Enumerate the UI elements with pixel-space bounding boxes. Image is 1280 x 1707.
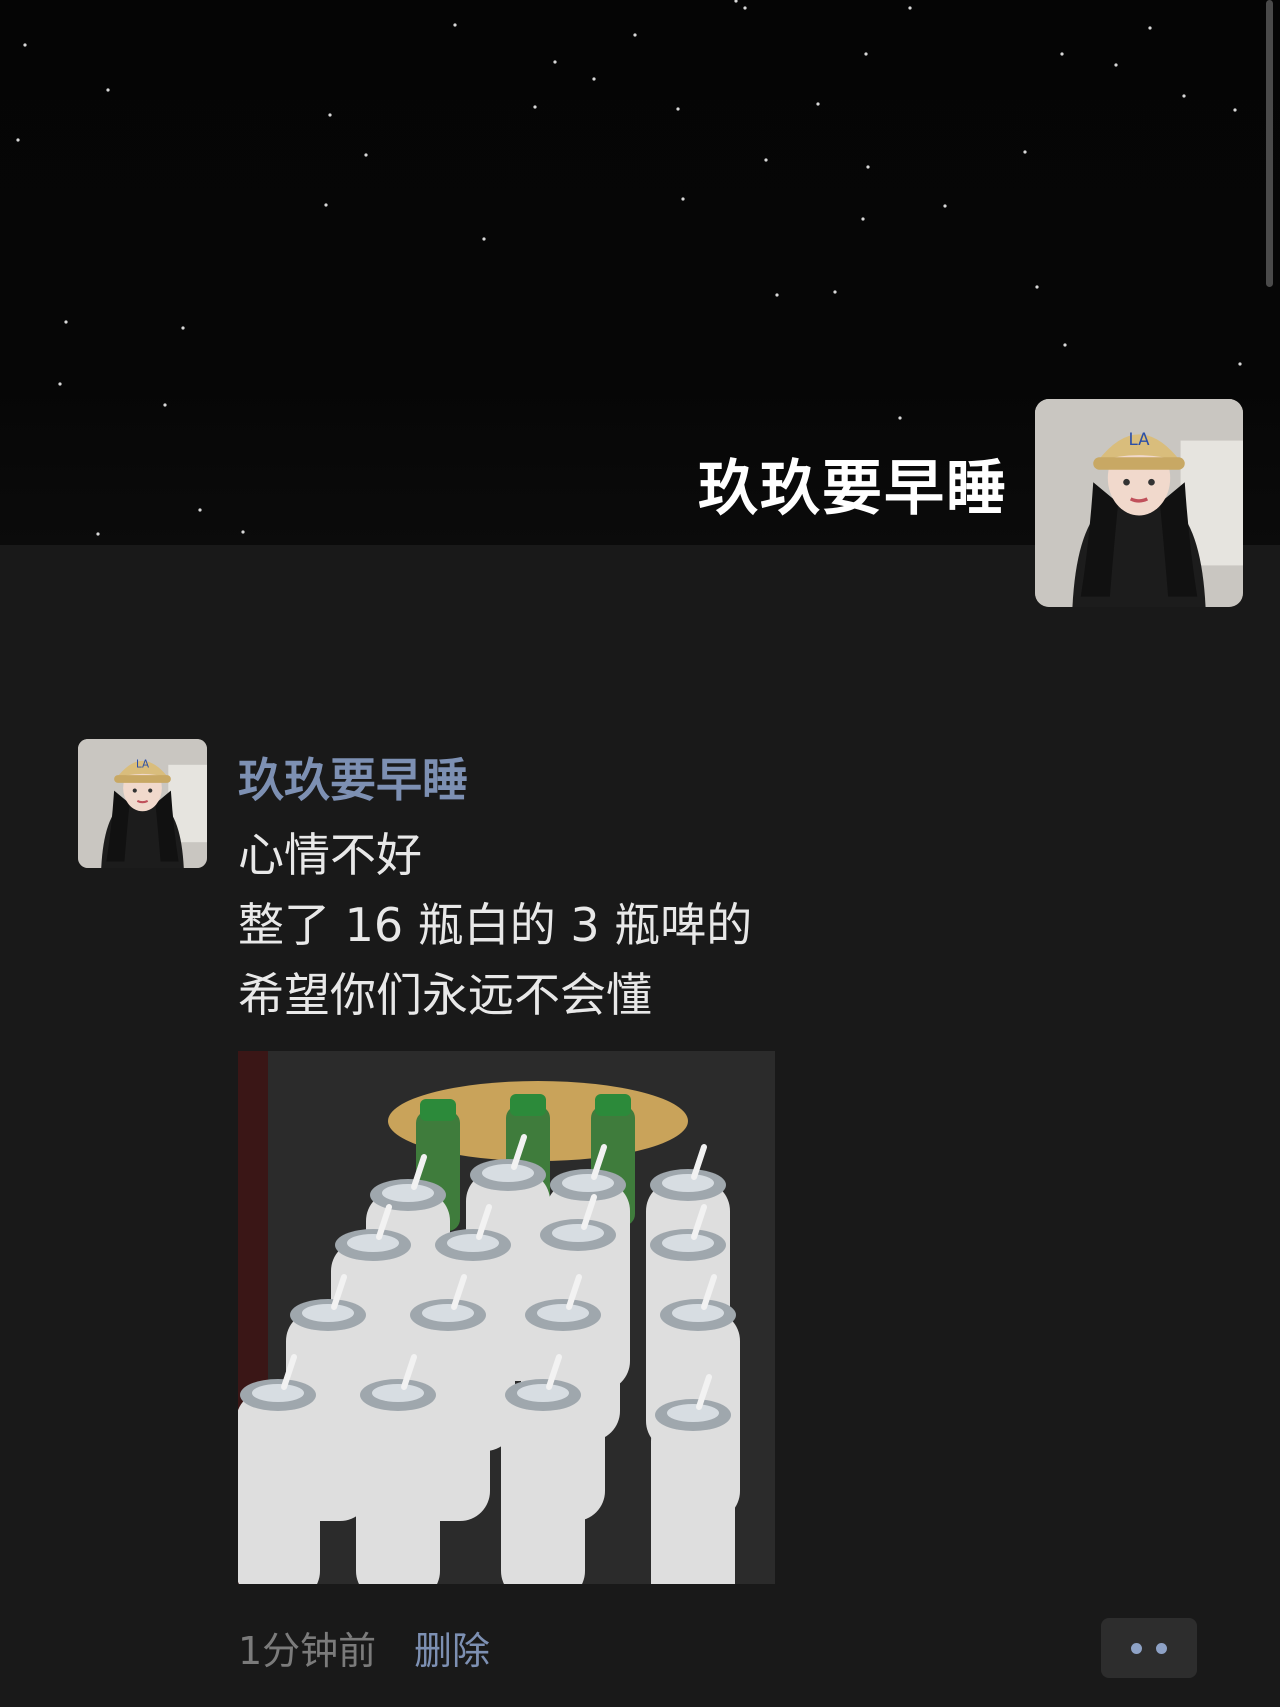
post-author-avatar[interactable]: LA xyxy=(78,739,207,868)
star-dot xyxy=(16,138,20,142)
svg-text:LA: LA xyxy=(136,758,149,770)
more-dots-icon xyxy=(1156,1643,1167,1654)
star-dot xyxy=(64,320,68,324)
star-dot xyxy=(1035,285,1039,289)
scrollbar[interactable] xyxy=(1266,0,1273,287)
star-dot xyxy=(23,43,27,47)
star-dot xyxy=(775,293,779,297)
star-dot xyxy=(181,326,185,330)
bottle-foil-highlight xyxy=(447,1234,499,1252)
green-bottle-cap xyxy=(510,1094,546,1116)
star-dot xyxy=(1233,108,1237,112)
more-dots-icon xyxy=(1131,1643,1142,1654)
star-dot xyxy=(816,102,820,106)
star-dot xyxy=(1063,343,1067,347)
star-dot xyxy=(198,508,202,512)
star-dot xyxy=(1023,150,1027,154)
star-dot xyxy=(163,403,167,407)
star-dot xyxy=(58,382,62,386)
white-bottle xyxy=(356,1391,440,1584)
bottle-foil-highlight xyxy=(252,1384,304,1402)
post-text-line: 心情不好 xyxy=(238,828,422,882)
bottle-foil-highlight xyxy=(347,1234,399,1252)
star-dot xyxy=(908,6,912,10)
star-dot xyxy=(681,197,685,201)
bottle-foil-highlight xyxy=(482,1164,534,1182)
bottle-foil-highlight xyxy=(517,1384,569,1402)
star-dot xyxy=(106,88,110,92)
star-dot xyxy=(898,416,902,420)
bottle-foil-highlight xyxy=(537,1304,589,1322)
star-dot xyxy=(833,290,837,294)
white-bottle xyxy=(651,1411,735,1584)
bottle-foil-highlight xyxy=(422,1304,474,1322)
post-author-name[interactable]: 玖玖要早睡 xyxy=(238,744,468,810)
star-dot xyxy=(1182,94,1186,98)
star-dot xyxy=(533,105,537,109)
post-text-line: 希望你们永远不会懂 xyxy=(238,968,652,1022)
star-dot xyxy=(324,203,328,207)
star-dot xyxy=(1114,63,1118,67)
star-dot xyxy=(866,165,870,169)
bottle-foil-highlight xyxy=(662,1174,714,1192)
bottles-photo-image xyxy=(238,1051,775,1584)
green-bottle-cap xyxy=(420,1099,456,1121)
post-text: 心情不好 整了 16 瓶白的 3 瓶啤的 希望你们永远不会懂 xyxy=(238,820,938,1030)
post-photo[interactable] xyxy=(238,1051,775,1584)
star-dot xyxy=(453,23,457,27)
star-dot xyxy=(633,33,637,37)
star-dot xyxy=(764,158,768,162)
star-dot xyxy=(734,0,738,3)
post-timestamp: 1分钟前 xyxy=(238,1629,377,1673)
star-dot xyxy=(592,77,596,81)
post-text-line: 整了 16 瓶白的 3 瓶啤的 xyxy=(238,898,753,952)
star-dot xyxy=(943,204,947,208)
bottle-foil-highlight xyxy=(672,1304,724,1322)
star-dot xyxy=(864,52,868,56)
star-dot xyxy=(1148,26,1152,30)
star-dot xyxy=(743,6,747,10)
bottle-foil-highlight xyxy=(562,1174,614,1192)
bottle-foil-highlight xyxy=(302,1304,354,1322)
svg-text:LA: LA xyxy=(1128,430,1150,449)
bottle-foil-highlight xyxy=(372,1384,424,1402)
star-dot xyxy=(96,532,100,536)
cover-user-name: 玖玖要早睡 xyxy=(698,454,1008,524)
more-actions-button[interactable] xyxy=(1101,1618,1197,1678)
bottle-foil-highlight xyxy=(662,1234,714,1252)
bottle-foil-highlight xyxy=(667,1404,719,1422)
avatar-portrait-image: LA xyxy=(1035,399,1243,607)
star-dot xyxy=(328,113,332,117)
star-dot xyxy=(1060,52,1064,56)
star-dot xyxy=(1238,362,1242,366)
star-dot xyxy=(482,237,486,241)
star-dot xyxy=(553,60,557,64)
bottle-foil-highlight xyxy=(552,1224,604,1242)
delete-post-button[interactable]: 删除 xyxy=(414,1620,490,1675)
green-bottle-cap xyxy=(595,1094,631,1116)
white-bottle xyxy=(501,1391,585,1584)
bottle-foil-highlight xyxy=(382,1184,434,1202)
cover-avatar[interactable]: LA xyxy=(1035,399,1243,607)
white-bottle xyxy=(238,1391,320,1584)
star-dot xyxy=(861,217,865,221)
star-dot xyxy=(676,107,680,111)
star-dot xyxy=(241,530,245,534)
star-dot xyxy=(364,153,368,157)
avatar-portrait-image: LA xyxy=(78,739,207,868)
